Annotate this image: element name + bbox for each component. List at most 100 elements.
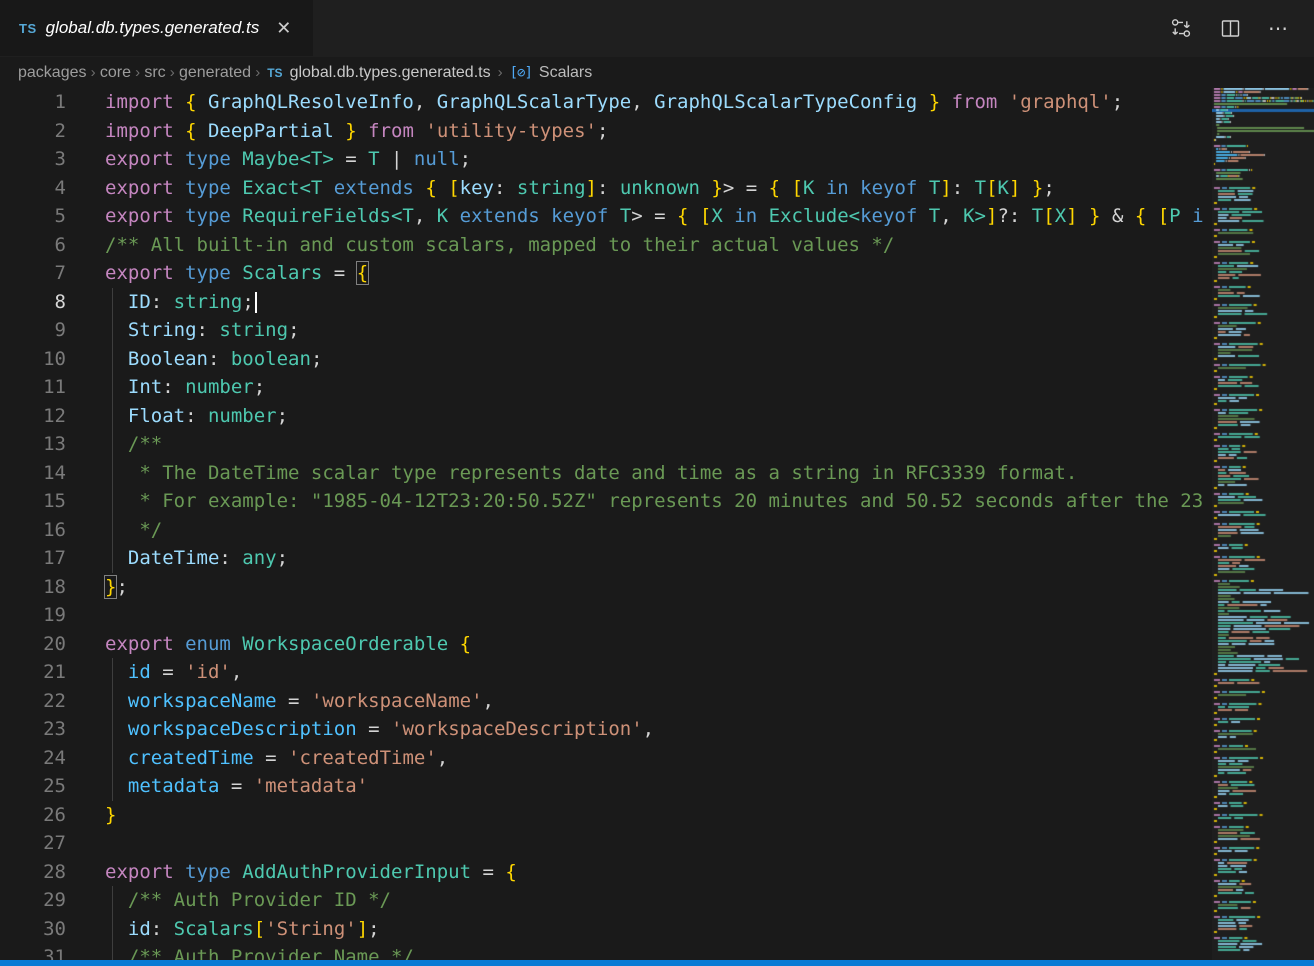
line-number[interactable]: 2 — [0, 117, 66, 146]
code-line[interactable]: 2 import { DeepPartial } from 'utility-ty… — [0, 117, 1212, 146]
breadcrumb-item[interactable]: core — [100, 64, 131, 81]
code-line[interactable]: 21 id = 'id', — [0, 658, 1212, 687]
line-number[interactable]: 6 — [0, 231, 66, 260]
code-line[interactable]: 25 metadata = 'metadata' — [0, 772, 1212, 801]
code-line-content[interactable]: metadata = 'metadata' — [105, 772, 1212, 801]
code-line-content[interactable]: export type RequireFields<T, K extends k… — [105, 202, 1212, 231]
line-number[interactable]: 29 — [0, 886, 66, 915]
code-line-content[interactable]: Float: number; — [105, 402, 1212, 431]
line-number[interactable]: 28 — [0, 858, 66, 887]
code-line-content[interactable]: Int: number; — [105, 373, 1212, 402]
code-line-content[interactable]: String: string; — [105, 316, 1212, 345]
line-number[interactable]: 1 — [0, 88, 66, 117]
line-number[interactable]: 12 — [0, 402, 66, 431]
code-line[interactable]: 9 String: string; — [0, 316, 1212, 345]
code-line[interactable]: 10 Boolean: boolean; — [0, 345, 1212, 374]
code-line[interactable]: 14 * The DateTime scalar type represents… — [0, 459, 1212, 488]
code-line[interactable]: 1 import { GraphQLResolveInfo, GraphQLSca… — [0, 88, 1212, 117]
line-number[interactable]: 5 — [0, 202, 66, 231]
code-line-content[interactable]: * The DateTime scalar type represents da… — [105, 459, 1212, 488]
code-line[interactable]: 24 createdTime = 'createdTime', — [0, 744, 1212, 773]
code-line[interactable]: 22 workspaceName = 'workspaceName', — [0, 687, 1212, 716]
code-line-content[interactable]: */ — [105, 516, 1212, 545]
line-number[interactable]: 24 — [0, 744, 66, 773]
line-number[interactable]: 30 — [0, 915, 66, 944]
code-line[interactable]: 16 */ — [0, 516, 1212, 545]
code-line-content[interactable]: export type Maybe<T> = T | null; — [105, 145, 1212, 174]
code-line[interactable]: 12 Float: number; — [0, 402, 1212, 431]
code-line-content[interactable]: /** Auth Provider Name */ — [105, 943, 1212, 960]
line-number[interactable]: 19 — [0, 601, 66, 630]
line-number[interactable]: 23 — [0, 715, 66, 744]
code-line[interactable]: 27 — [0, 829, 1212, 858]
line-number[interactable]: 16 — [0, 516, 66, 545]
code-line[interactable]: 18}; — [0, 573, 1212, 602]
breadcrumb-symbol[interactable]: Scalars — [539, 64, 592, 82]
code-line-content[interactable]: /** Auth Provider ID */ — [105, 886, 1212, 915]
code-line[interactable]: 11 Int: number; — [0, 373, 1212, 402]
code-line[interactable]: 4 export type Exact<T extends { [key: str… — [0, 174, 1212, 203]
split-editor-icon[interactable] — [1219, 17, 1242, 40]
code-line[interactable]: 5 export type RequireFields<T, K extends … — [0, 202, 1212, 231]
code-line-content[interactable]: }; — [105, 573, 1212, 602]
line-number[interactable]: 31 — [0, 943, 66, 960]
line-number[interactable]: 25 — [0, 772, 66, 801]
code-line-content[interactable]: export type Exact<T extends { [key: stri… — [105, 174, 1212, 203]
code-line[interactable]: 3 export type Maybe<T> = T | null; — [0, 145, 1212, 174]
code-line-content[interactable]: id = 'id', — [105, 658, 1212, 687]
code-line-content[interactable]: } — [105, 801, 1212, 830]
code-line-content[interactable]: DateTime: any; — [105, 544, 1212, 573]
code-line-content[interactable]: workspaceDescription = 'workspaceDescrip… — [105, 715, 1212, 744]
code-line-content[interactable]: export type Scalars = { — [105, 259, 1212, 288]
line-number[interactable]: 18 — [0, 573, 66, 602]
code-line-content[interactable]: ID: string; — [105, 288, 1212, 317]
code-line[interactable]: 28 export type AddAuthProviderInput = { — [0, 858, 1212, 887]
line-number[interactable]: 17 — [0, 544, 66, 573]
line-number[interactable]: 14 — [0, 459, 66, 488]
code-line[interactable]: 23 workspaceDescription = 'workspaceDesc… — [0, 715, 1212, 744]
code-line-content[interactable]: id: Scalars['String']; — [105, 915, 1212, 944]
minimap[interactable] — [1212, 88, 1314, 960]
code-line-content[interactable]: workspaceName = 'workspaceName', — [105, 687, 1212, 716]
code-line[interactable]: 26} — [0, 801, 1212, 830]
breadcrumb-item[interactable]: src — [144, 64, 165, 81]
code-line-content[interactable]: export type AddAuthProviderInput = { — [105, 858, 1212, 887]
line-number[interactable]: 7 — [0, 259, 66, 288]
code-line[interactable]: 7 export type Scalars = { — [0, 259, 1212, 288]
code-line-content[interactable]: import { GraphQLResolveInfo, GraphQLScal… — [105, 88, 1212, 117]
more-actions-icon[interactable]: ⋯ — [1268, 16, 1290, 41]
line-number[interactable]: 26 — [0, 801, 66, 830]
code-line-content[interactable]: createdTime = 'createdTime', — [105, 744, 1212, 773]
breadcrumb-item[interactable]: generated — [179, 64, 251, 81]
code-line[interactable]: 29 /** Auth Provider ID */ — [0, 886, 1212, 915]
close-icon[interactable]: ✕ — [276, 19, 291, 37]
line-number[interactable]: 22 — [0, 687, 66, 716]
code-line-content[interactable] — [105, 601, 1212, 630]
line-number[interactable]: 13 — [0, 430, 66, 459]
line-number[interactable]: 9 — [0, 316, 66, 345]
line-number[interactable]: 3 — [0, 145, 66, 174]
code-line[interactable]: 17 DateTime: any; — [0, 544, 1212, 573]
line-number[interactable]: 8 — [0, 288, 66, 317]
code-line-content[interactable]: /** All built-in and custom scalars, map… — [105, 231, 1212, 260]
line-number[interactable]: 20 — [0, 630, 66, 659]
open-changes-icon[interactable] — [1169, 16, 1193, 40]
code-line[interactable]: 6 /** All built-in and custom scalars, ma… — [0, 231, 1212, 260]
line-number[interactable]: 4 — [0, 174, 66, 203]
code-line[interactable]: 31 /** Auth Provider Name */ — [0, 943, 1212, 960]
code-line-content[interactable]: Boolean: boolean; — [105, 345, 1212, 374]
code-line[interactable]: 15 * For example: "1985-04-12T23:20:50.5… — [0, 487, 1212, 516]
line-number[interactable]: 21 — [0, 658, 66, 687]
code-line-content[interactable] — [105, 829, 1212, 858]
code-line-content[interactable]: * For example: "1985-04-12T23:20:50.52Z"… — [105, 487, 1212, 516]
code-line[interactable]: 19 — [0, 601, 1212, 630]
editor-tab[interactable]: TS global.db.types.generated.ts ✕ — [0, 0, 313, 56]
line-number[interactable]: 15 — [0, 487, 66, 516]
code-line-content[interactable]: import { DeepPartial } from 'utility-typ… — [105, 117, 1212, 146]
code-line[interactable]: 20 export enum WorkspaceOrderable { — [0, 630, 1212, 659]
breadcrumb-item[interactable]: packages — [18, 64, 87, 81]
code-line-content[interactable]: export enum WorkspaceOrderable { — [105, 630, 1212, 659]
code-line[interactable]: 8 ID: string; — [0, 288, 1212, 317]
line-number[interactable]: 10 — [0, 345, 66, 374]
code-line[interactable]: 13 /** — [0, 430, 1212, 459]
